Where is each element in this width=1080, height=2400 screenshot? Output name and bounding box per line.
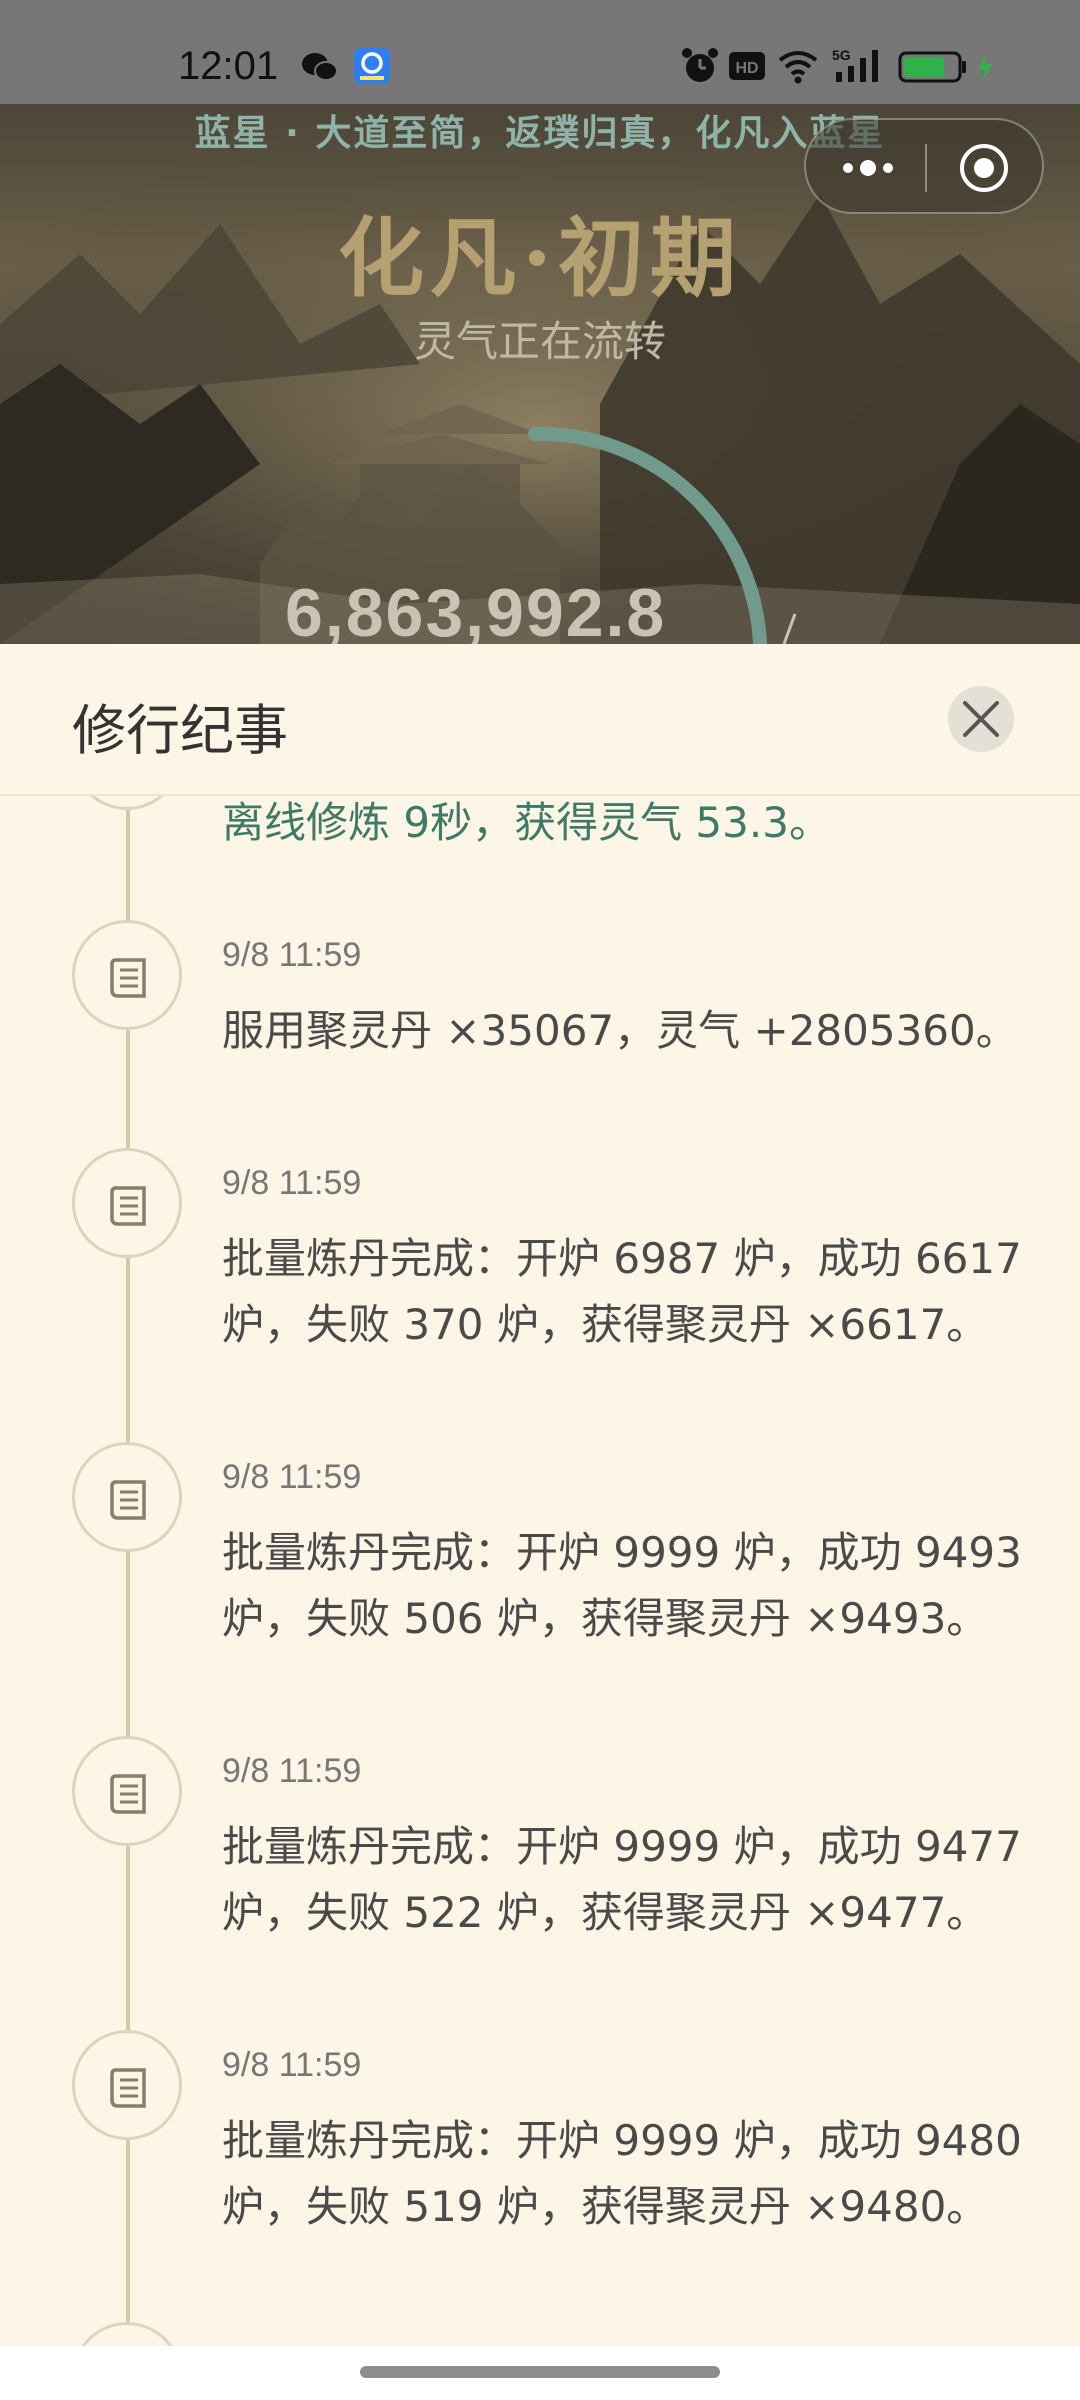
timeline-line: [126, 796, 130, 2400]
sheet-header: 修行纪事: [0, 644, 1080, 796]
scroll-icon-badge: [72, 1442, 182, 1552]
entry-text: 服用聚灵丹 ×35067，灵气 +2805360。: [222, 1006, 1018, 1055]
entry-text: 批量炼丹完成：开炉 6987 炉，成功 6617 炉，失败 370 炉，获得聚灵…: [222, 1234, 1022, 1349]
sheet-title: 修行纪事: [72, 699, 288, 762]
wifi-icon: [778, 51, 818, 84]
close-icon: [963, 701, 999, 737]
entry-text: 批量炼丹完成：开炉 9999 炉，成功 9480 炉，失败 519 炉，获得聚灵…: [222, 2116, 1022, 2231]
5g-signal-icon: 5G: [832, 47, 878, 82]
entry-time: 9/8 11:59: [222, 1458, 362, 1496]
status-bar: 12:01 HD 5G: [0, 0, 1080, 104]
home-indicator[interactable]: [360, 2366, 720, 2378]
journal-timeline[interactable]: 离线修炼 9秒，获得灵气 53.3。 9/8 11:59 服用聚灵丹 ×3506…: [0, 796, 1080, 2400]
scroll-icon-badge: [72, 1736, 182, 1846]
scroll-icon-badge: [72, 1148, 182, 1258]
close-button[interactable]: [948, 686, 1014, 752]
scroll-icon-badge: [72, 2030, 182, 2140]
more-icon[interactable]: [838, 150, 898, 186]
capsule-divider: [925, 144, 927, 192]
scroll-icon-badge: [72, 796, 182, 810]
qi-value: 6,863,992.8: [285, 575, 667, 644]
wechat-icon: [302, 53, 338, 81]
entry-time: 9/8 11:59: [222, 936, 362, 974]
mini-program-capsule: [804, 118, 1044, 214]
scroll-icon: [110, 2068, 146, 2108]
target-icon[interactable]: [958, 142, 1010, 194]
hd-icon: HD: [729, 52, 765, 80]
scroll-icon: [110, 958, 146, 998]
svg-text:5G: 5G: [832, 47, 851, 63]
app-root: 12:01 HD 5G 蓝星 · 大道至简，返璞归真，化凡入蓝星 化凡·初期 灵…: [0, 0, 1080, 2400]
scroll-icon: [110, 1186, 146, 1226]
battery-icon: [898, 51, 966, 83]
alarm-icon: [682, 48, 718, 82]
scroll-icon-badge: [72, 920, 182, 1030]
app-icon: [354, 48, 390, 84]
scroll-icon: [110, 1480, 146, 1520]
svg-text:HD: HD: [735, 60, 758, 77]
journal-sheet: 修行纪事 离线修炼 9秒，获得灵气 53.3。 9/8 11:59 服用聚灵丹 …: [0, 644, 1080, 2400]
entry-text: 批量炼丹完成：开炉 9999 炉，成功 9493 炉，失败 506 炉，获得聚灵…: [222, 1528, 1022, 1643]
entry-time: 9/8 11:59: [222, 2046, 362, 2084]
entry-time: 9/8 11:59: [222, 1164, 362, 1202]
charging-icon: [978, 54, 992, 82]
entry-text: 批量炼丹完成：开炉 9999 炉，成功 9477 炉，失败 522 炉，获得聚灵…: [222, 1822, 1022, 1937]
scroll-icon: [110, 1774, 146, 1814]
entry-text: 离线修炼 9秒，获得灵气 53.3。: [222, 798, 831, 847]
entry-time: 9/8 11:59: [222, 1752, 362, 1790]
qi-status: 灵气正在流转: [413, 317, 666, 366]
status-time: 12:01: [178, 44, 279, 88]
